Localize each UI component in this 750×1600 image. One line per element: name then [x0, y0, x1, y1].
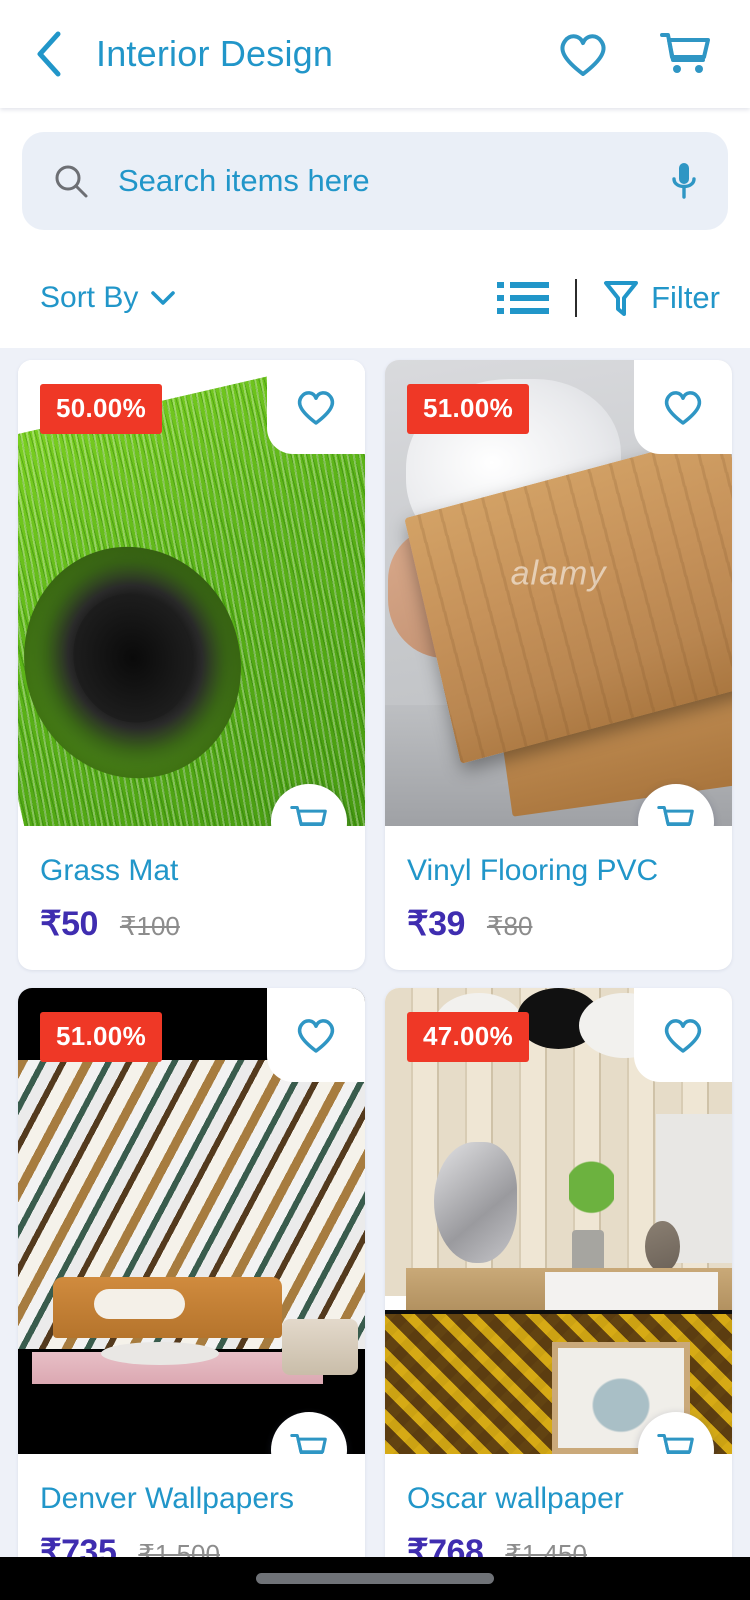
product-image-area: 47.00% — [385, 988, 732, 1454]
price-row: ₹39 ₹80 — [407, 904, 710, 944]
product-image-area: 51.00% — [18, 988, 365, 1454]
funnel-filter-icon — [604, 281, 639, 316]
favorite-button[interactable] — [267, 360, 365, 454]
search-icon — [55, 165, 88, 198]
search-input[interactable] — [118, 163, 668, 199]
toolbar-divider — [575, 279, 578, 317]
filter-label: Filter — [651, 280, 720, 315]
add-to-cart-icon — [290, 805, 327, 826]
sort-filter-toolbar: Sort By Filter — [0, 248, 750, 348]
product-title: Denver Wallpapers — [40, 1482, 294, 1515]
product-card[interactable]: 50.00% Grass Mat ₹50 ₹100 — [18, 360, 365, 970]
product-image-area: 50.00% — [18, 360, 365, 826]
app-header: Interior Design — [0, 0, 750, 108]
current-price: ₹50 — [40, 905, 98, 943]
favorite-button[interactable] — [634, 988, 732, 1082]
filter-button[interactable]: Filter — [603, 278, 720, 318]
system-navigation-bar — [0, 1557, 750, 1600]
sort-by-label: Sort By — [40, 281, 139, 314]
chevron-down-icon — [151, 291, 176, 305]
favorite-button[interactable] — [634, 360, 732, 454]
product-title: Vinyl Flooring PVC — [407, 854, 659, 887]
sort-by-dropdown[interactable]: Sort By — [40, 281, 176, 315]
product-card[interactable]: alamy 51.00% Vinyl Flooring PVC ₹39 ₹80 — [385, 360, 732, 970]
header-actions — [556, 29, 714, 79]
heart-icon[interactable] — [556, 29, 610, 79]
heart-icon — [297, 391, 335, 425]
page-title: Interior Design — [96, 33, 334, 74]
product-image-area: alamy 51.00% — [385, 360, 732, 826]
product-title: Grass Mat — [40, 854, 179, 887]
current-price: ₹39 — [407, 905, 465, 943]
list-view-icon[interactable] — [497, 279, 550, 317]
add-to-cart-icon — [657, 1433, 694, 1454]
search-section — [0, 108, 750, 248]
discount-badge: 51.00% — [407, 384, 529, 434]
add-to-cart-icon — [657, 805, 694, 826]
product-info: Vinyl Flooring PVC ₹39 ₹80 — [385, 826, 732, 970]
toolbar-right-group: Filter — [497, 278, 720, 318]
discount-badge: 51.00% — [40, 1012, 162, 1062]
discount-badge: 47.00% — [407, 1012, 529, 1062]
shopping-cart-icon[interactable] — [656, 29, 714, 79]
search-bar[interactable] — [22, 132, 728, 230]
product-title: Oscar wallpaper — [407, 1482, 624, 1515]
back-button[interactable] — [34, 26, 80, 82]
favorite-button[interactable] — [267, 988, 365, 1082]
microphone-icon[interactable] — [668, 159, 700, 203]
original-price: ₹100 — [119, 911, 180, 941]
chevron-left-icon — [37, 31, 61, 77]
original-price: ₹80 — [486, 911, 533, 941]
product-info: Grass Mat ₹50 ₹100 — [18, 826, 365, 970]
product-grid: 50.00% Grass Mat ₹50 ₹100 alamy 51.00% V… — [0, 348, 750, 1598]
app-screen: Interior Design Search items here Sort B… — [0, 0, 750, 1600]
add-to-cart-icon — [290, 1433, 327, 1454]
discount-badge: 50.00% — [40, 384, 162, 434]
price-row: ₹50 ₹100 — [40, 904, 343, 944]
product-card[interactable]: 47.00% Oscar wallpaper ₹768 ₹1,450 — [385, 988, 732, 1598]
heart-icon — [664, 391, 702, 425]
home-indicator-pill[interactable] — [256, 1573, 494, 1584]
product-card[interactable]: 51.00% Denver Wallpapers ₹735 ₹1,500 — [18, 988, 365, 1598]
heart-icon — [297, 1019, 335, 1053]
heart-icon — [664, 1019, 702, 1053]
